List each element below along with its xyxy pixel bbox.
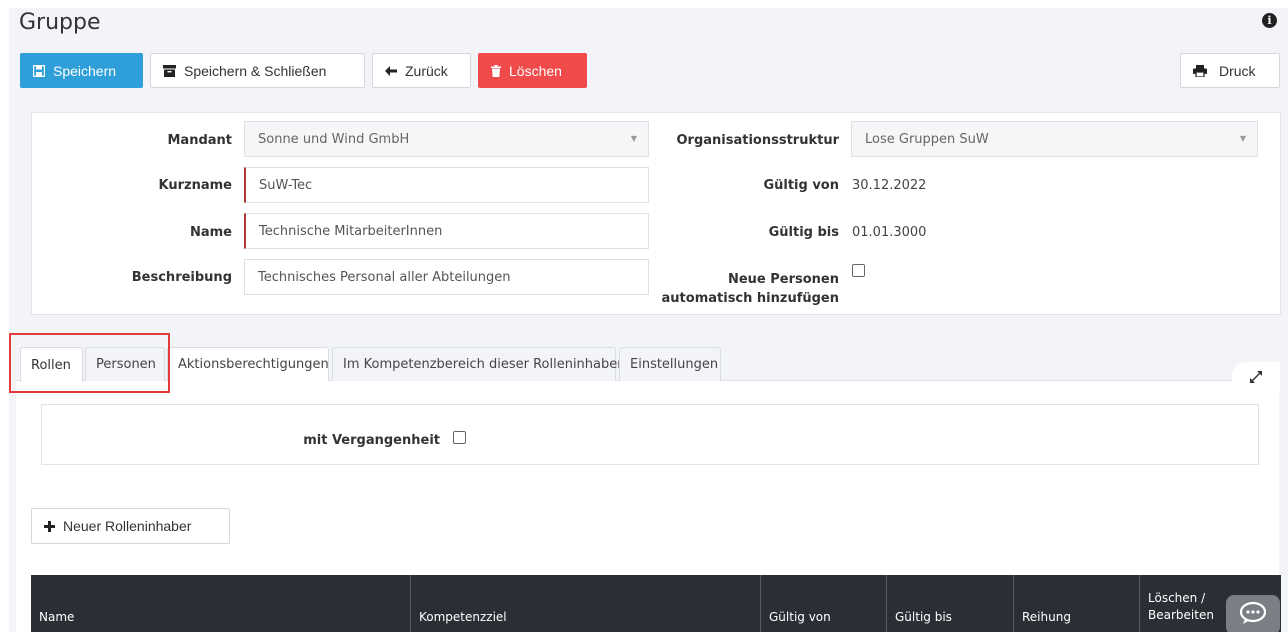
tab-einstellungen[interactable]: Einstellungen <box>619 347 721 381</box>
column-header-name-label: Name <box>39 610 75 624</box>
printer-icon <box>1193 64 1207 77</box>
beschreibung-value: Technisches Personal aller Abteilungen <box>258 269 511 285</box>
new-role-holder-label: Neuer Rolleninhaber <box>63 518 192 534</box>
print-button[interactable]: Druck <box>1180 53 1280 88</box>
chevron-down-icon: ▼ <box>630 134 637 143</box>
save-button-label: Speichern <box>53 62 117 79</box>
delete-button[interactable]: Löschen <box>478 53 587 88</box>
save-close-button-label: Speichern & Schließen <box>184 62 327 79</box>
organisationsstruktur-select[interactable]: Lose Gruppen SuW ▼ <box>851 121 1258 157</box>
tab-personen[interactable]: Personen <box>85 347 165 381</box>
column-header-gueltig-bis-label: Gültig bis <box>895 610 952 624</box>
save-button[interactable]: Speichern <box>20 53 143 88</box>
back-button-label: Zurück <box>405 62 448 79</box>
column-header-gueltig-von[interactable]: Gültig von <box>761 575 887 632</box>
column-header-reihung[interactable]: Reihung <box>1014 575 1140 632</box>
beschreibung-label: Beschreibung <box>131 270 232 285</box>
new-role-holder-button[interactable]: Neuer Rolleninhaber <box>31 508 230 544</box>
expand-icon <box>1249 369 1263 388</box>
column-header-gueltig-bis[interactable]: Gültig bis <box>887 575 1014 632</box>
column-header-bearbeiten-label: Bearbeiten <box>1148 608 1214 622</box>
neue-personen-label-line1: Neue Personen <box>727 272 839 287</box>
mit-vergangenheit-label: mit Vergangenheit <box>303 433 440 448</box>
name-label: Name <box>189 225 232 240</box>
column-header-kompetenzziel[interactable]: Kompetenzziel <box>411 575 761 632</box>
name-input[interactable]: Technische MitarbeiterInnen <box>244 213 649 249</box>
mandant-label: Mandant <box>167 133 232 148</box>
neue-personen-label-line2: automatisch hinzufügen <box>661 291 839 306</box>
tab-einstellungen-label: Einstellungen <box>630 357 719 372</box>
chevron-down-icon: ▼ <box>1239 134 1246 143</box>
mandant-value: Sonne und Wind GmbH <box>258 131 410 147</box>
archive-icon <box>163 64 176 77</box>
gueltig-bis-value: 01.01.3000 <box>852 225 927 240</box>
info-icon[interactable]: i <box>1262 13 1277 28</box>
mandant-select[interactable]: Sonne und Wind GmbH ▼ <box>244 121 649 157</box>
roles-table-header: Name Kompetenzziel Gültig von Gültig bis… <box>31 575 1281 632</box>
expand-button[interactable] <box>1232 362 1280 394</box>
page-title: Gruppe <box>19 10 101 35</box>
mit-vergangenheit-checkbox[interactable] <box>453 431 466 444</box>
tab-kompetenzbereich[interactable]: Im Kompetenzbereich dieser Rolleninhaber <box>332 347 623 381</box>
gueltig-von-label: Gültig von <box>763 178 839 193</box>
kurzname-input[interactable]: SuW-Tec <box>244 167 649 203</box>
tab-kompetenzbereich-label: Im Kompetenzbereich dieser Rolleninhaber <box>343 357 623 372</box>
tab-rollen-label: Rollen <box>31 357 71 373</box>
delete-button-label: Löschen <box>509 62 562 79</box>
organisationsstruktur-value: Lose Gruppen SuW <box>865 131 989 147</box>
column-header-kompetenzziel-label: Kompetenzziel <box>419 610 507 624</box>
save-close-button[interactable]: Speichern & Schließen <box>150 53 365 88</box>
tab-aktionsberechtigungen[interactable]: Aktionsberechtigungen <box>167 347 329 381</box>
kurzname-label: Kurzname <box>158 178 232 193</box>
kurzname-value: SuW-Tec <box>259 177 313 193</box>
column-header-gueltig-von-label: Gültig von <box>769 610 831 624</box>
arrow-left-icon <box>385 65 397 76</box>
back-button[interactable]: Zurück <box>372 53 471 88</box>
tab-aktionsberechtigungen-label: Aktionsberechtigungen <box>178 357 329 372</box>
column-header-name[interactable]: Name <box>31 575 411 632</box>
tab-personen-label: Personen <box>96 357 156 372</box>
column-header-reihung-label: Reihung <box>1022 610 1071 624</box>
gueltig-von-value: 30.12.2022 <box>852 178 927 193</box>
tab-rollen[interactable]: Rollen <box>20 347 83 382</box>
column-header-loeschen-label: Löschen / <box>1148 591 1206 605</box>
trash-icon <box>491 64 501 77</box>
floppy-disk-icon <box>33 64 45 77</box>
plus-icon <box>44 520 55 532</box>
gueltig-bis-label: Gültig bis <box>768 225 839 240</box>
neue-personen-label: Neue Personen automatisch hinzufügen <box>640 270 839 308</box>
beschreibung-input[interactable]: Technisches Personal aller Abteilungen <box>244 259 649 295</box>
name-value: Technische MitarbeiterInnen <box>259 223 443 239</box>
organisationsstruktur-label: Organisationsstruktur <box>676 133 840 148</box>
filter-box: mit Vergangenheit <box>41 404 1259 465</box>
chat-bubble-icon <box>1239 601 1267 629</box>
neue-personen-checkbox[interactable] <box>852 264 865 277</box>
chat-widget-button[interactable] <box>1226 595 1280 632</box>
print-button-label: Druck <box>1219 62 1256 79</box>
